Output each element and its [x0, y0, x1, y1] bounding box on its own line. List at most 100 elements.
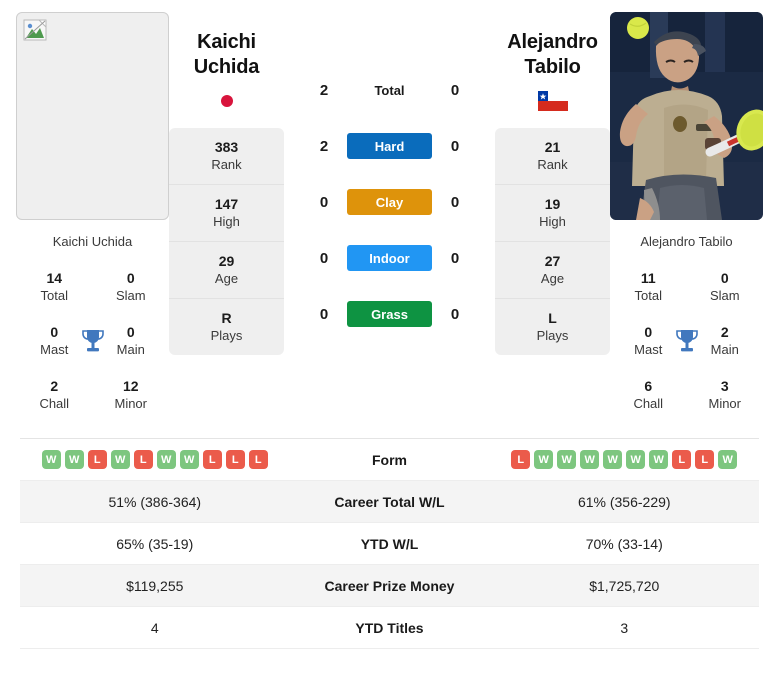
- titles-cell: 0 Slam: [687, 262, 764, 314]
- titles-label: Slam: [709, 288, 740, 303]
- info-label: Rank: [537, 157, 568, 172]
- form-badge-win: W: [580, 450, 600, 469]
- form-badge-loss: L: [133, 450, 153, 469]
- titles-cell: 6 Chall: [610, 370, 687, 422]
- left-form-strip-cell: WWLWLWWLLL: [20, 450, 290, 469]
- right-stat-value: 3: [620, 619, 629, 636]
- left-player-info-card: 383 Rank 147 High 29 Age R Plays: [169, 128, 284, 355]
- form-badge-win: W: [626, 450, 646, 469]
- info-value: 383: [214, 139, 239, 155]
- form-badge-loss: L: [511, 450, 531, 469]
- info-row-rank: 383 Rank: [169, 128, 284, 185]
- info-value: 29: [218, 253, 235, 269]
- left-stat-value: 65% (35-19): [116, 535, 194, 552]
- h2h-left-score: 0: [319, 193, 329, 211]
- trophy-icon: [675, 330, 698, 352]
- stat-row-career-prize-money: $119,255 Career Prize Money $1,725,720: [20, 565, 759, 607]
- titles-label: Minor: [708, 396, 741, 411]
- titles-label: Chall: [39, 396, 70, 411]
- right-stat-value: 70% (33-14): [585, 535, 663, 552]
- titles-cell: 12 Minor: [93, 370, 170, 422]
- h2h-right-score: 0: [450, 305, 460, 323]
- right-player-photo-column: Alejandro Tabilo 11 Total 0 Slam 0 Mast …: [610, 12, 763, 422]
- form-badge-loss: L: [695, 450, 715, 469]
- right-player-flag-wrap: [537, 90, 568, 112]
- comparison-stats-table: WWLWLWWLLL Form LWWWWWWLLW 51% (386-364)…: [20, 438, 759, 649]
- titles-label: Slam: [115, 288, 146, 303]
- player-comparison-page: Kaichi Uchida 14 Total 0 Slam 0 Mast 0 M…: [0, 0, 779, 699]
- titles-cell: 11 Total: [610, 262, 687, 314]
- form-badge-win: W: [557, 450, 577, 469]
- h2h-left-score: 2: [319, 137, 329, 155]
- japan-flag-icon: [211, 91, 242, 111]
- h2h-row-indoor: 0 Indoor 0: [284, 230, 495, 286]
- titles-value: 11: [640, 270, 656, 286]
- form-badge-win: W: [110, 450, 130, 469]
- right-form-strip-cell: LWWWWWWLLW: [490, 450, 760, 469]
- h2h-surface-pill-indoor[interactable]: Indoor: [347, 245, 432, 271]
- left-player-photo-caption: Kaichi Uchida: [52, 234, 133, 249]
- info-label: Age: [540, 271, 565, 286]
- titles-label: Total: [40, 288, 68, 303]
- info-row-high: 147 High: [169, 185, 284, 242]
- form-badge-win: W: [603, 450, 623, 469]
- right-player-info-card: 21 Rank 19 High 27 Age L Plays: [495, 128, 610, 355]
- h2h-surface-label-total: Total: [374, 82, 405, 98]
- head-to-head-column: 2 Total 0 2 Hard 0 0 Clay 0 0 Indoor 0 0: [284, 12, 495, 342]
- h2h-surface-pill-grass[interactable]: Grass: [347, 301, 432, 327]
- form-badge-loss: L: [225, 450, 245, 469]
- titles-label: Chall: [633, 396, 664, 411]
- titles-cell: 3 Minor: [687, 370, 764, 422]
- left-form-strip: WWLWLWWLLL: [20, 450, 290, 469]
- titles-cell: 0 Slam: [93, 262, 170, 314]
- left-stat-value: $119,255: [126, 577, 184, 594]
- left-player-photo: [16, 12, 169, 220]
- right-player-name: Alejandro Tabilo: [507, 30, 598, 80]
- titles-cell: 14 Total: [16, 262, 93, 314]
- right-player-info-column: Alejandro Tabilo 21 Rank 19 High 27 Age …: [495, 12, 610, 355]
- h2h-surface-pill-hard[interactable]: Hard: [347, 133, 432, 159]
- titles-value: 6: [644, 378, 653, 394]
- titles-label: Minor: [114, 396, 147, 411]
- right-player-name-line1: Alejandro: [507, 31, 598, 53]
- info-row-plays: R Plays: [169, 299, 284, 355]
- right-player-name-line2: Tabilo: [524, 56, 581, 78]
- stat-label: Career Prize Money: [324, 577, 455, 594]
- broken-image-icon: [23, 19, 47, 41]
- left-player-photo-column: Kaichi Uchida 14 Total 0 Slam 0 Mast 0 M…: [16, 12, 169, 422]
- stat-label: YTD Titles: [355, 619, 424, 636]
- h2h-left-score: 0: [319, 249, 329, 267]
- form-badge-win: W: [41, 450, 61, 469]
- h2h-row-total: 2 Total 0: [284, 62, 495, 118]
- trophy-icon: [81, 330, 104, 352]
- comparison-top-area: Kaichi Uchida 14 Total 0 Slam 0 Mast 0 M…: [0, 0, 779, 422]
- form-badge-loss: L: [672, 450, 692, 469]
- right-stat-value: 61% (356-229): [577, 493, 671, 510]
- info-row-rank: 21 Rank: [495, 128, 610, 185]
- info-label: High: [539, 214, 566, 229]
- chile-flag-icon: [537, 91, 568, 111]
- titles-value: 0: [720, 270, 729, 286]
- right-player-titles-block: 11 Total 0 Slam 0 Mast 2 Main 6 Chall 3 …: [610, 262, 763, 422]
- h2h-row-hard: 2 Hard 0: [284, 118, 495, 174]
- info-label: Age: [214, 271, 239, 286]
- h2h-surface-pill-clay[interactable]: Clay: [347, 189, 432, 215]
- info-row-age: 29 Age: [169, 242, 284, 299]
- info-value: 21: [544, 139, 561, 155]
- left-stat-value: 4: [150, 619, 159, 636]
- left-stat-value: 51% (386-364): [108, 493, 202, 510]
- form-badge-loss: L: [87, 450, 107, 469]
- left-player-name: Kaichi Uchida: [194, 30, 260, 80]
- titles-label: Total: [634, 288, 662, 303]
- info-value: 147: [214, 196, 239, 212]
- tennis-player-photo-illustration: [610, 12, 763, 220]
- form-badge-win: W: [179, 450, 199, 469]
- h2h-right-score: 0: [450, 81, 460, 99]
- form-badge-win: W: [64, 450, 84, 469]
- info-row-age: 27 Age: [495, 242, 610, 299]
- form-badge-loss: L: [248, 450, 268, 469]
- right-stat-value: $1,725,720: [589, 577, 660, 594]
- stat-label: YTD W/L: [360, 535, 419, 552]
- info-label: Plays: [210, 328, 243, 343]
- info-value: R: [221, 310, 232, 326]
